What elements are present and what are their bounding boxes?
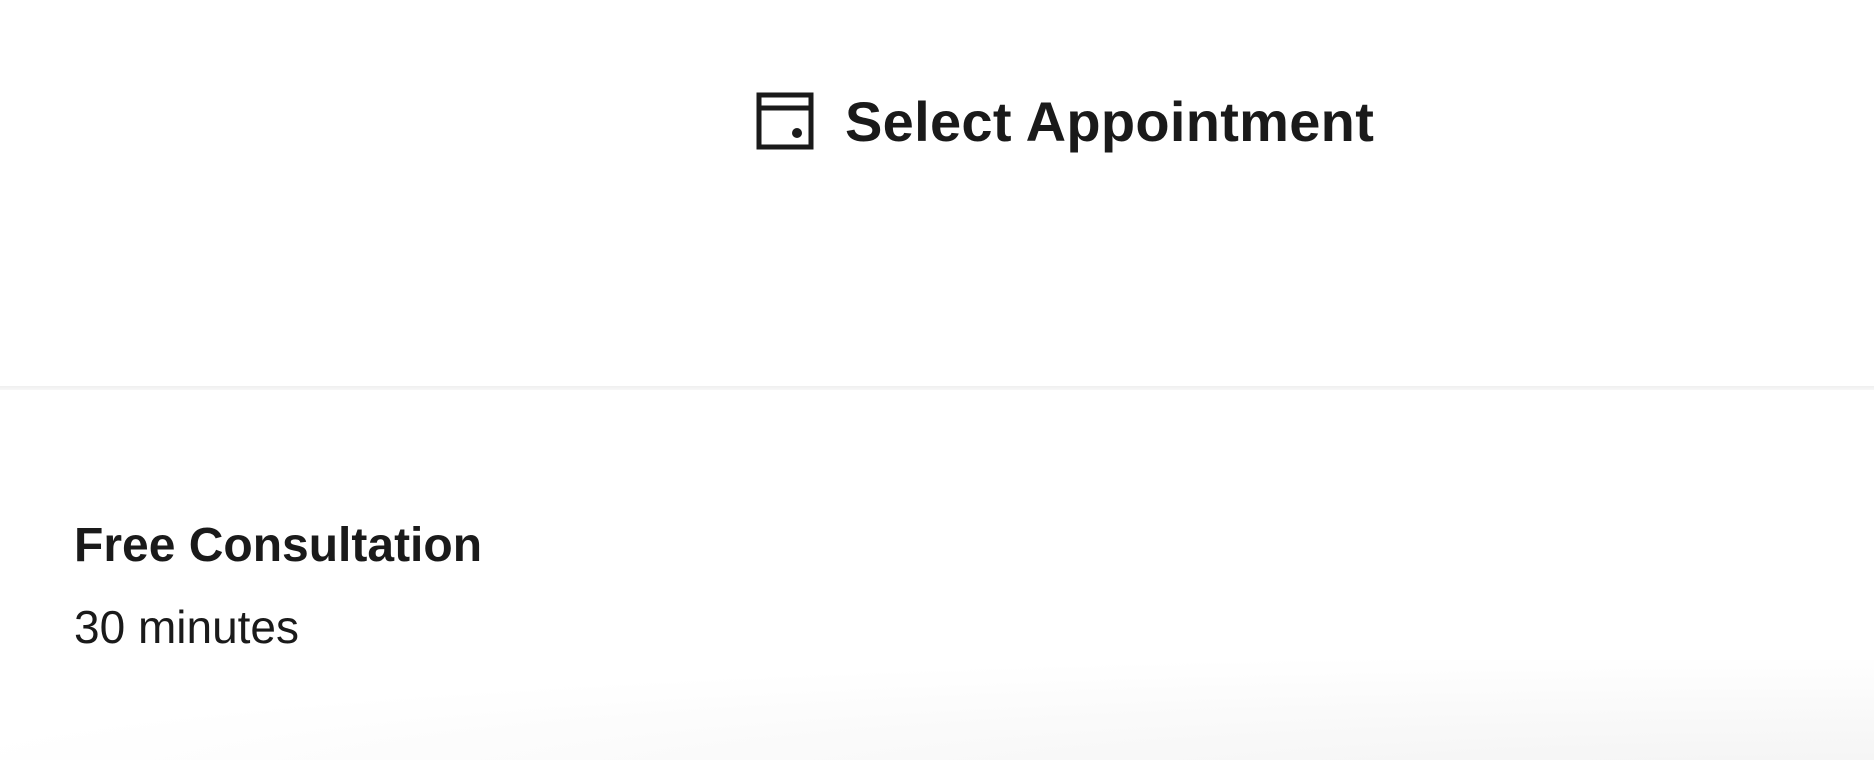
page-title: Select Appointment bbox=[845, 89, 1375, 153]
service-duration: 30 minutes bbox=[74, 601, 300, 653]
header: Select Appointment bbox=[0, 0, 1874, 388]
page: Select Appointment Free Consultation 30 … bbox=[0, 0, 1874, 760]
calendar-icon bbox=[755, 91, 815, 151]
service-name: Free Consultation bbox=[74, 519, 483, 572]
service-item[interactable]: Free Consultation 30 minutes bbox=[0, 390, 1874, 760]
header-title-row: Select Appointment bbox=[755, 88, 1374, 154]
